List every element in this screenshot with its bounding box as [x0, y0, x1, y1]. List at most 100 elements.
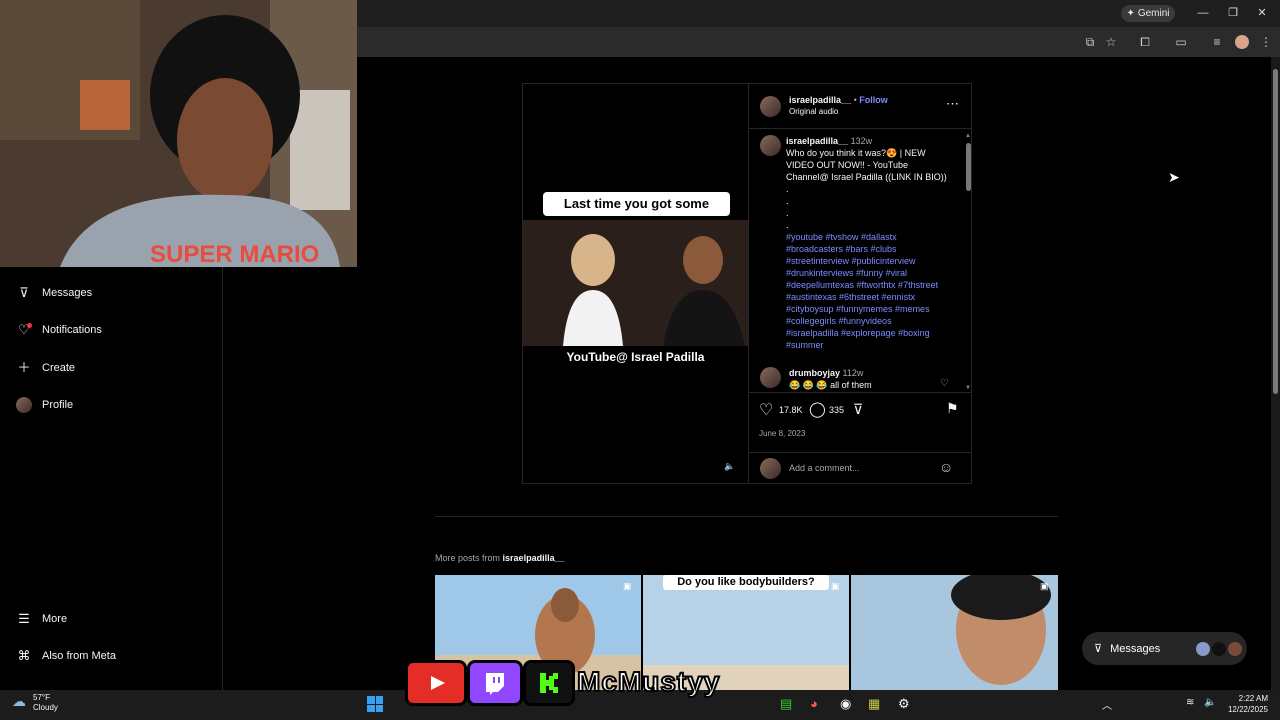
wifi-icon[interactable]: ≋	[1186, 697, 1194, 708]
reel-icon: ▣	[623, 581, 632, 591]
app-icon[interactable]: ▦	[868, 696, 880, 712]
volume-icon[interactable]: 🔈	[722, 458, 738, 474]
bookmark-icon[interactable]: ⚑	[946, 400, 959, 417]
audio-label[interactable]: Original audio	[789, 107, 838, 116]
speaker-icon[interactable]: 🔈	[1204, 697, 1216, 708]
clock[interactable]: 2:22 AM 12/22/2025	[1224, 693, 1268, 715]
restore-icon[interactable]: ❐	[1223, 5, 1243, 21]
sidebar-item-messages[interactable]: ⊽ Messages	[16, 281, 92, 305]
more-posts-label: More posts from	[435, 553, 501, 563]
like-icon[interactable]: ♡	[759, 400, 773, 420]
caption-line: Who do you think it was?😍 | NEW	[786, 148, 926, 158]
hashtags[interactable]: #youtube #tvshow #dallastx #broadcasters…	[786, 231, 961, 351]
more-options-icon[interactable]: ⋯	[946, 96, 960, 112]
windows-start-icon[interactable]	[367, 696, 383, 712]
hashtag-line[interactable]: #israelpadilla #explorepage #boxing	[786, 327, 961, 339]
clock-date: 12/22/2025	[1227, 705, 1268, 714]
reel-video[interactable]: Last time you got some YouTube@ Israel P…	[523, 84, 748, 483]
sidebar-item-create[interactable]: ＋ Create	[16, 356, 75, 380]
weather-widget[interactable]: 57°F Cloudy	[33, 693, 58, 713]
chrome-icon[interactable]: ◉	[840, 696, 851, 712]
scroll-down-icon[interactable]: ▼	[965, 385, 971, 391]
post-header: israelpadilla__ • Follow	[789, 95, 888, 105]
caption-username[interactable]: israelpadilla__	[786, 136, 848, 146]
weather-icon[interactable]: ☁	[12, 693, 26, 710]
post-date: June 8, 2023	[759, 429, 806, 438]
menu-dots-icon[interactable]: ⋮	[1258, 34, 1274, 50]
scroll-thumb[interactable]	[966, 143, 971, 191]
mouse-cursor-icon: ➤	[1168, 169, 1180, 185]
avatar	[16, 397, 32, 413]
hashtag-line[interactable]: #youtube #tvshow #dallastx	[786, 231, 961, 243]
hashtag-line[interactable]: #austintexas #6thstreet #ennistx	[786, 291, 961, 303]
hashtag-line[interactable]: #streetinterview #publicinterview	[786, 255, 961, 267]
hashtag-line[interactable]: #deepellumtexas #ftworthtx #7thstreet	[786, 279, 961, 291]
webcam-overlay: SUPER MARIO	[0, 0, 357, 267]
add-comment-row: Add a comment... ☺	[749, 452, 972, 483]
streamer-name: McMustyy	[576, 665, 721, 698]
messages-pill[interactable]: ⊽ Messages	[1082, 632, 1247, 665]
media-icon[interactable]: ≡	[1209, 34, 1225, 50]
page-scroll-thumb[interactable]	[1273, 69, 1278, 394]
hashtag-line[interactable]: #collegegirls #funnyvideos	[786, 315, 961, 327]
comment-username[interactable]: drumboyjay	[789, 368, 840, 378]
app-icon[interactable]: ⚙	[898, 696, 910, 712]
author-avatar[interactable]	[760, 96, 781, 117]
app-icon[interactable]: ◕	[810, 696, 818, 711]
star-icon[interactable]: ☆	[1103, 34, 1119, 50]
close-icon[interactable]: ✕	[1252, 5, 1272, 21]
hashtag-line[interactable]: #cityboysup #funnymemes #memes	[786, 303, 961, 315]
caption-avatar[interactable]	[760, 135, 781, 156]
post-card: Last time you got some YouTube@ Israel P…	[522, 83, 972, 484]
chat-avatar	[1196, 641, 1211, 656]
comment-like-icon[interactable]: ♡	[940, 378, 949, 389]
gemini-label: Gemini	[1137, 8, 1170, 19]
sidebar-item-profile[interactable]: Profile	[16, 393, 73, 417]
plus-icon: ＋	[17, 360, 31, 375]
sidebar: ⊽ Messages ♡ Notifications ＋ Create Prof…	[0, 267, 223, 690]
caption-line: VIDEO OUT NOW!! - YouTube	[786, 160, 909, 170]
page-scrollbar[interactable]	[1271, 57, 1280, 690]
more-posts-heading: More posts from israelpadilla__	[435, 553, 565, 563]
comment-icon[interactable]: ◯	[809, 400, 826, 418]
hashtag-line[interactable]: #broadcasters #bars #clubs	[786, 243, 961, 255]
post-thumbnail[interactable]: ▣	[851, 575, 1058, 690]
reel-icon: ▣	[831, 581, 840, 591]
profile-avatar[interactable]	[1235, 35, 1249, 49]
follow-button[interactable]: Follow	[859, 95, 888, 105]
extensions-icon[interactable]: ⧠	[1137, 34, 1153, 50]
caption-line: Channel@ Israel Padilla ((LINK IN BIO))	[786, 172, 947, 182]
hashtag-line[interactable]: #drunkinterviews #funny #viral	[786, 267, 961, 279]
section-divider	[435, 516, 1058, 517]
sidebar-item-label: Profile	[42, 399, 74, 411]
commenter-avatar[interactable]	[760, 367, 781, 388]
sidebar-item-label: Notifications	[42, 324, 102, 336]
twitch-icon	[467, 660, 523, 706]
caption-block: israelpadilla__ 132w Who do you think it…	[786, 135, 961, 351]
sidebar-item-label: Create	[42, 362, 76, 374]
app-icon[interactable]: ▤	[780, 696, 792, 712]
clock-time: 2:22 AM	[1238, 694, 1268, 703]
more-posts-username[interactable]: israelpadilla__	[503, 553, 565, 563]
add-comment-input[interactable]: Add a comment...	[789, 463, 860, 473]
scroll-up-icon[interactable]: ▲	[965, 133, 971, 139]
comments-scrollbar[interactable]: ▲ ▼	[965, 133, 972, 391]
gemini-button[interactable]: ✦ Gemini	[1121, 5, 1175, 22]
minimize-icon[interactable]: —	[1193, 5, 1213, 21]
sidebar-item-also-from-meta[interactable]: ⌘ Also from Meta	[16, 644, 116, 668]
author-username[interactable]: israelpadilla__	[789, 95, 851, 105]
caption-dot: .	[786, 220, 789, 230]
install-icon[interactable]: ⧉	[1082, 34, 1098, 50]
share-icon[interactable]: ⊽	[853, 401, 863, 418]
emoji-icon[interactable]: ☺	[939, 459, 953, 475]
thumbnail-caption: Do you like bodybuilders?	[663, 575, 829, 590]
sidebar-item-more[interactable]: ☰ More	[16, 607, 67, 631]
hashtag-line[interactable]: #summer	[786, 339, 961, 351]
video-caption-bottom: YouTube@ Israel Padilla	[566, 350, 705, 364]
chat-avatar	[1228, 641, 1243, 656]
side-panel-icon[interactable]: ▭	[1173, 34, 1189, 50]
chevron-up-icon[interactable]: ︿	[1102, 697, 1112, 712]
sidebar-item-notifications[interactable]: ♡ Notifications	[16, 318, 102, 342]
weather-desc: Cloudy	[33, 703, 58, 712]
comment-age: 112w	[842, 368, 864, 378]
